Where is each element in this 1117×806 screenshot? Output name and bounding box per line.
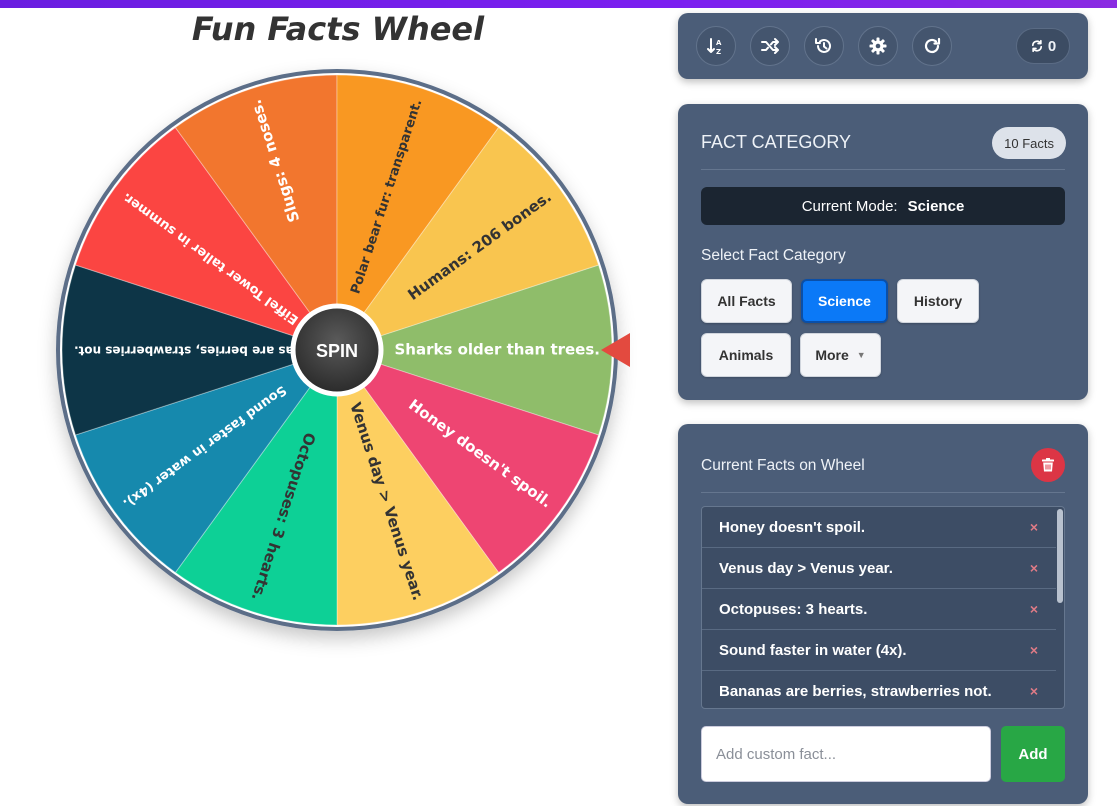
gear-icon — [869, 37, 887, 55]
category-more-dropdown[interactable]: More ▼ — [800, 333, 881, 377]
sort-icon: A Z — [707, 38, 722, 56]
sync-icon — [1031, 39, 1042, 53]
more-label: More — [815, 347, 849, 363]
redo-icon — [924, 37, 941, 54]
category-heading: FACT CATEGORY — [701, 132, 852, 152]
fact-text: Octopuses: 3 hearts. — [719, 600, 868, 618]
toolbar-panel: A Z 0 — [678, 13, 1088, 79]
list-item: Venus day > Venus year. × — [702, 548, 1056, 589]
remove-fact-icon[interactable]: × — [1030, 560, 1038, 576]
svg-text:Z: Z — [716, 48, 721, 56]
remove-fact-icon[interactable]: × — [1030, 683, 1038, 699]
caret-down-icon: ▼ — [856, 350, 866, 360]
history-icon — [815, 38, 831, 53]
select-category-label: Select Fact Category — [701, 247, 846, 264]
fact-text: Bananas are berries, strawberries not. — [719, 682, 992, 700]
remove-fact-icon[interactable]: × — [1030, 519, 1038, 535]
trash-icon — [1042, 458, 1054, 472]
category-divider — [701, 169, 1065, 170]
clear-facts-button[interactable] — [1031, 448, 1065, 482]
fact-text: Honey doesn't spoil. — [719, 518, 866, 536]
list-item: Octopuses: 3 hearts. × — [702, 589, 1056, 630]
spin-count: 0 — [1047, 37, 1057, 55]
category-animals-button[interactable]: Animals — [701, 333, 791, 377]
remove-fact-icon[interactable]: × — [1030, 601, 1038, 617]
mode-value: Science — [907, 197, 965, 215]
list-item: Bananas are berries, strawberries not. × — [702, 671, 1056, 708]
add-fact-button[interactable]: Add — [1001, 726, 1065, 782]
reset-button[interactable] — [912, 26, 952, 66]
spin-button[interactable]: SPIN — [290, 303, 384, 397]
spin-label: SPIN — [316, 341, 358, 361]
fact-list-scrollbar[interactable] — [1057, 509, 1063, 603]
fact-text: Venus day > Venus year. — [719, 559, 893, 577]
current-facts-heading: Current Facts on Wheel — [701, 457, 865, 474]
fact-list[interactable]: Honey doesn't spoil. × Venus day > Venus… — [701, 506, 1065, 709]
remove-fact-icon[interactable]: × — [1030, 642, 1038, 658]
list-item: Sound faster in water (4x). × — [702, 630, 1056, 671]
history-button[interactable] — [804, 26, 844, 66]
settings-button[interactable] — [858, 26, 898, 66]
custom-fact-input[interactable] — [701, 726, 991, 782]
list-item: Honey doesn't spoil. × — [702, 507, 1056, 548]
spin-counter: 0 — [1016, 28, 1070, 64]
facts-count-badge: 10 Facts — [992, 127, 1066, 159]
current-mode-bar: Current Mode: Science — [701, 187, 1065, 225]
shuffle-icon — [761, 38, 779, 54]
category-panel: FACT CATEGORY 10 Facts Current Mode: Sci… — [678, 104, 1088, 400]
fact-wheel[interactable]: Sharks older than trees.Honey doesn't sp… — [0, 0, 676, 806]
current-facts-divider — [701, 492, 1065, 493]
wheel-segment-label: Sharks older than trees. — [394, 341, 600, 359]
svg-text:A: A — [716, 39, 722, 47]
category-all-button[interactable]: All Facts — [701, 279, 792, 323]
mode-label: Current Mode: — [801, 197, 898, 215]
category-history-button[interactable]: History — [897, 279, 979, 323]
current-facts-panel: Current Facts on Wheel Honey doesn't spo… — [678, 424, 1088, 804]
category-science-button[interactable]: Science — [801, 279, 888, 323]
sort-button[interactable]: A Z — [696, 26, 736, 66]
shuffle-button[interactable] — [750, 26, 790, 66]
fact-text: Sound faster in water (4x). — [719, 641, 907, 659]
